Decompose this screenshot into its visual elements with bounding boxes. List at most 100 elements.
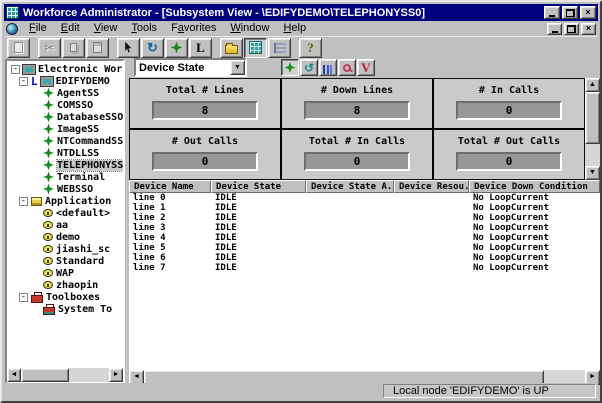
expand-toggle[interactable]: - [11, 65, 20, 74]
tree-item-root[interactable]: - Electronic Workfor [7, 63, 123, 75]
expand-toggle[interactable]: - [19, 77, 28, 86]
paste-icon [93, 42, 102, 53]
column-header-device-state-a[interactable]: Device State A... [306, 180, 394, 193]
cell-device-resource [394, 253, 469, 263]
scroll-up-button[interactable]: ▲ [585, 78, 600, 92]
subsystem-grid-button[interactable] [244, 38, 267, 58]
scroll-down-button[interactable]: ▼ [585, 166, 600, 180]
tree-item-subsystem[interactable]: AgentSS [7, 87, 123, 99]
column-header-device-resource[interactable]: Device Resou... [394, 180, 469, 193]
paste-button[interactable] [86, 38, 109, 58]
stats-vertical-scrollbar[interactable]: ▲ ▼ [585, 78, 600, 180]
log-button[interactable]: L [189, 38, 212, 58]
table-row[interactable]: line 7IDLENo LoopCurrent [129, 263, 600, 273]
tree-horizontal-scrollbar[interactable]: ◄ ► [7, 368, 123, 382]
scroll-thumb[interactable] [21, 368, 69, 382]
menu-view[interactable]: View [87, 21, 125, 36]
minimize-icon [549, 15, 555, 17]
menu-favorites[interactable]: Favorites [164, 21, 223, 36]
mdi-restore-button[interactable] [564, 23, 579, 35]
tree-item-application[interactable]: aa [7, 219, 123, 231]
tree-item-subsystem[interactable]: NTDLLSS [7, 147, 123, 159]
tree-item-toolbox[interactable]: System To [7, 303, 123, 315]
auto-refresh-button[interactable]: ↺ [300, 59, 318, 76]
table-row[interactable]: line 3IDLENo LoopCurrent [129, 223, 600, 233]
cell-device-name: line 6 [129, 253, 211, 263]
tree-item-toolboxes[interactable]: - Toolboxes [7, 291, 123, 303]
column-header-device-down-condition[interactable]: Device Down Condition [469, 180, 600, 193]
menu-window[interactable]: Window [223, 21, 276, 36]
table-row[interactable]: line 0IDLENo LoopCurrent [129, 193, 600, 203]
new-document-button[interactable] [7, 38, 30, 58]
table-row[interactable]: line 5IDLENo LoopCurrent [129, 243, 600, 253]
table-row[interactable]: line 6IDLENo LoopCurrent [129, 253, 600, 263]
tree-item-application[interactable]: zhaopin [7, 279, 123, 291]
tree-item-subsystem[interactable]: DatabaseSSO [7, 111, 123, 123]
menu-edit[interactable]: Edit [54, 21, 87, 36]
menu-file[interactable]: File [22, 21, 54, 36]
column-header-device-state[interactable]: Device State [211, 180, 306, 193]
cut-button[interactable]: ✂ [38, 38, 61, 58]
bar-chart-button[interactable] [319, 59, 337, 76]
tree-item-application-group[interactable]: - Application [7, 195, 123, 207]
scroll-left-button[interactable]: ◄ [7, 368, 21, 382]
refresh-button[interactable]: ↻ [141, 38, 164, 58]
workflow-button[interactable] [165, 38, 188, 58]
subsystem-icon [43, 160, 54, 171]
view-selector-dropdown[interactable]: Device State ▼ [134, 58, 247, 77]
help-button[interactable]: ? [299, 38, 322, 58]
copy-button[interactable] [62, 38, 85, 58]
cell-device-resource [394, 243, 469, 253]
table-row[interactable]: line 2IDLENo LoopCurrent [129, 213, 600, 223]
column-header-device-name[interactable]: Device Name [129, 180, 211, 193]
tree-item-subsystem-selected[interactable]: TELEPHONYSS0 [7, 159, 123, 171]
table-row[interactable]: line 4IDLENo LoopCurrent [129, 233, 600, 243]
mdi-close-button[interactable]: × [581, 23, 596, 35]
workflow-view-button[interactable] [281, 59, 299, 76]
tree-item-application[interactable]: WAP [7, 267, 123, 279]
table-row[interactable]: line 1IDLENo LoopCurrent [129, 203, 600, 213]
magnifier-icon [343, 64, 351, 72]
expand-toggle[interactable]: - [19, 293, 28, 302]
menu-tools[interactable]: Tools [124, 21, 164, 36]
scroll-thumb[interactable] [585, 92, 600, 144]
restore-button[interactable] [562, 6, 578, 19]
cell-device-state: IDLE [211, 253, 306, 263]
tree-item-subsystem[interactable]: Terminal [7, 171, 123, 183]
stat-value-box: 0 [152, 152, 258, 171]
dropdown-arrow-button[interactable]: ▼ [230, 60, 245, 75]
subsystem-icon [43, 112, 54, 123]
tree-item-application[interactable]: <default> [7, 207, 123, 219]
application-icon [43, 209, 53, 217]
select-pointer-button[interactable] [117, 38, 140, 58]
cell-device-state-a [306, 193, 394, 203]
validate-button[interactable]: V [357, 59, 375, 76]
close-button[interactable]: × [580, 6, 596, 19]
tree-item-application[interactable]: demo [7, 231, 123, 243]
tree-item-subsystem[interactable]: NTCommandSS [7, 135, 123, 147]
tree-item-subsystem[interactable]: COMSSO [7, 99, 123, 111]
mdi-minimize-button[interactable] [547, 23, 562, 35]
tree-item-node[interactable]: - L EDIFYDEMO [7, 75, 123, 87]
scroll-right-button[interactable]: ► [109, 368, 123, 382]
app-window: Workforce Administrator - [Subsystem Vie… [0, 0, 602, 403]
tree-item-subsystem[interactable]: WEBSSO [7, 183, 123, 195]
stat-value-box: 0 [456, 101, 562, 120]
menu-help[interactable]: Help [276, 21, 313, 36]
subsystem-icon [43, 124, 54, 135]
tree-item-subsystem[interactable]: ImageSS [7, 123, 123, 135]
cell-device-resource [394, 193, 469, 203]
workflow-star-icon [285, 62, 296, 73]
menu-bar: File Edit View Tools Favorites Window He… [4, 21, 598, 36]
tree-item-application[interactable]: Standard [7, 255, 123, 267]
open-folder-button[interactable] [220, 38, 243, 58]
minimize-button[interactable] [544, 6, 560, 19]
tree-item-application[interactable]: jiashi_sc [7, 243, 123, 255]
cell-device-name: line 7 [129, 263, 211, 273]
status-bar: Local node 'EDIFYDEMO' is UP [4, 383, 598, 399]
layout-button[interactable] [268, 38, 291, 58]
inspect-button[interactable] [338, 59, 356, 76]
grid-icon [249, 41, 262, 54]
cell-device-resource [394, 213, 469, 223]
expand-toggle[interactable]: - [19, 197, 28, 206]
